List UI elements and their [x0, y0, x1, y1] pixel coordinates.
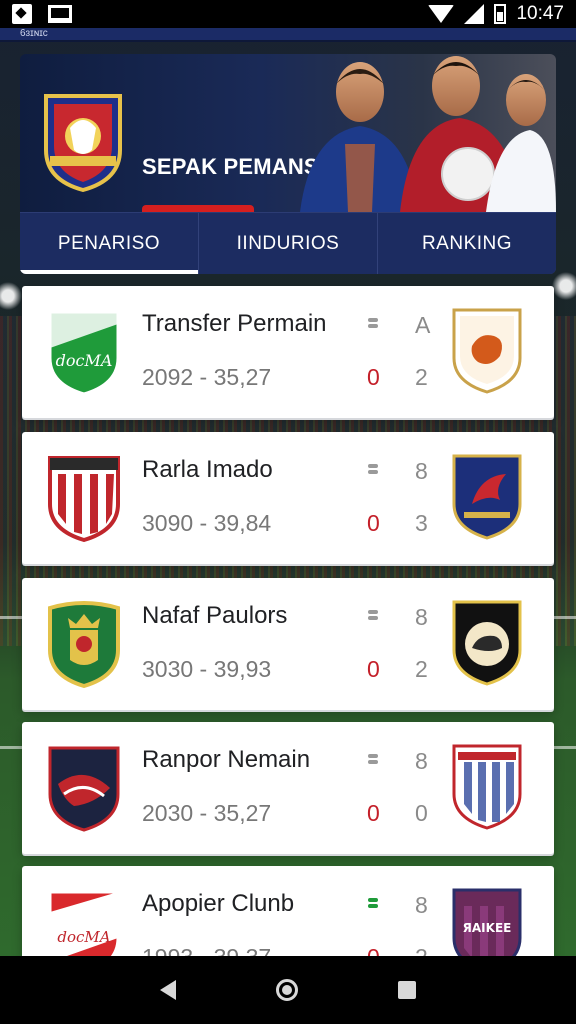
hero-banner[interactable]: SEPAK PEMANSIA 0ł-3ł L581 PENARISO IINDU… — [20, 54, 556, 274]
live-indicator-icon — [366, 896, 380, 916]
match-title: Rarla Imado — [142, 456, 273, 483]
away-score: 3 — [415, 510, 428, 536]
away-crest-text: ЯAIKEE — [463, 921, 512, 935]
match-date: 2092 - 35,27 — [142, 364, 272, 390]
match-title: Nafaf Paulors — [142, 602, 288, 629]
top-value: 8 — [415, 604, 428, 630]
home-crest-text: docMA — [57, 928, 110, 946]
match-title: Ranpor Nemain — [142, 746, 311, 773]
away-team-crest-icon — [452, 454, 522, 540]
match-date: 3090 - 39,84 — [142, 510, 272, 536]
status-bar: 10:47 — [0, 0, 576, 28]
home-score: 0 — [367, 364, 380, 390]
live-indicator-icon — [366, 752, 380, 772]
match-date: 3030 - 39,93 — [142, 656, 272, 682]
home-team-crest-icon — [48, 456, 120, 542]
away-score: 2 — [415, 364, 428, 390]
notification-app-icon — [12, 4, 32, 24]
top-value: 8 — [415, 458, 428, 484]
tab-label: RANKING — [421, 232, 513, 254]
home-icon[interactable] — [276, 979, 298, 1001]
away-team-crest-icon — [452, 744, 522, 830]
screenshot-icon — [48, 5, 72, 23]
hero-tabs: PENARISO IINDURIOS RANKING — [20, 212, 556, 274]
away-score: 0 — [415, 800, 428, 826]
league-crest-icon — [44, 94, 122, 192]
match-card[interactable]: Nafaf Paulors 3030 - 39,93 0 8 2 — [22, 578, 554, 710]
recent-apps-icon[interactable] — [398, 981, 416, 999]
home-score: 0 — [367, 510, 380, 536]
cell-signal-icon — [464, 4, 485, 24]
match-card[interactable]: Rarla Imado 3090 - 39,84 0 8 3 — [22, 432, 554, 564]
tab-penariso[interactable]: PENARISO — [20, 213, 198, 274]
live-indicator-icon — [366, 462, 380, 482]
away-team-crest-icon — [452, 308, 522, 394]
match-card[interactable]: Ranpor Nemain 2030 - 35,27 0 8 0 — [22, 722, 554, 854]
away-team-crest-icon — [452, 600, 522, 686]
home-crest-text: docMA — [56, 351, 113, 370]
match-date: 2030 - 35,27 — [142, 800, 272, 826]
live-indicator-icon — [366, 608, 380, 628]
app-top-strip: 6ɜɪɴɪc — [0, 28, 576, 42]
top-value: A — [415, 312, 431, 338]
battery-icon — [494, 4, 507, 24]
top-value: 8 — [415, 748, 428, 774]
home-score: 0 — [367, 656, 380, 682]
wifi-icon — [428, 5, 455, 23]
home-team-crest-icon — [48, 601, 120, 688]
app-strip-label: 6ɜɪɴɪc — [20, 28, 48, 39]
match-card[interactable]: docMA Transfer Permain 2092 - 35,27 0 A … — [22, 286, 554, 418]
home-team-crest-icon — [48, 746, 120, 832]
top-value: 8 — [415, 892, 428, 918]
tab-ranking[interactable]: RANKING — [377, 213, 556, 274]
tab-label: PENARISO — [57, 232, 161, 254]
live-indicator-icon — [366, 316, 380, 336]
home-team-crest-icon: docMA — [48, 310, 120, 396]
tab-label: IINDURIOS — [236, 232, 340, 254]
match-title: Transfer Permain — [142, 310, 327, 337]
system-nav-bar — [0, 956, 576, 1024]
players-photo — [300, 56, 556, 212]
match-title: Apopier Clunb — [142, 890, 295, 917]
clock-time: 10:47 — [516, 3, 564, 24]
back-icon[interactable] — [160, 980, 176, 1000]
home-score: 0 — [367, 800, 380, 826]
tab-iindurios[interactable]: IINDURIOS — [198, 213, 377, 274]
away-score: 2 — [415, 656, 428, 682]
